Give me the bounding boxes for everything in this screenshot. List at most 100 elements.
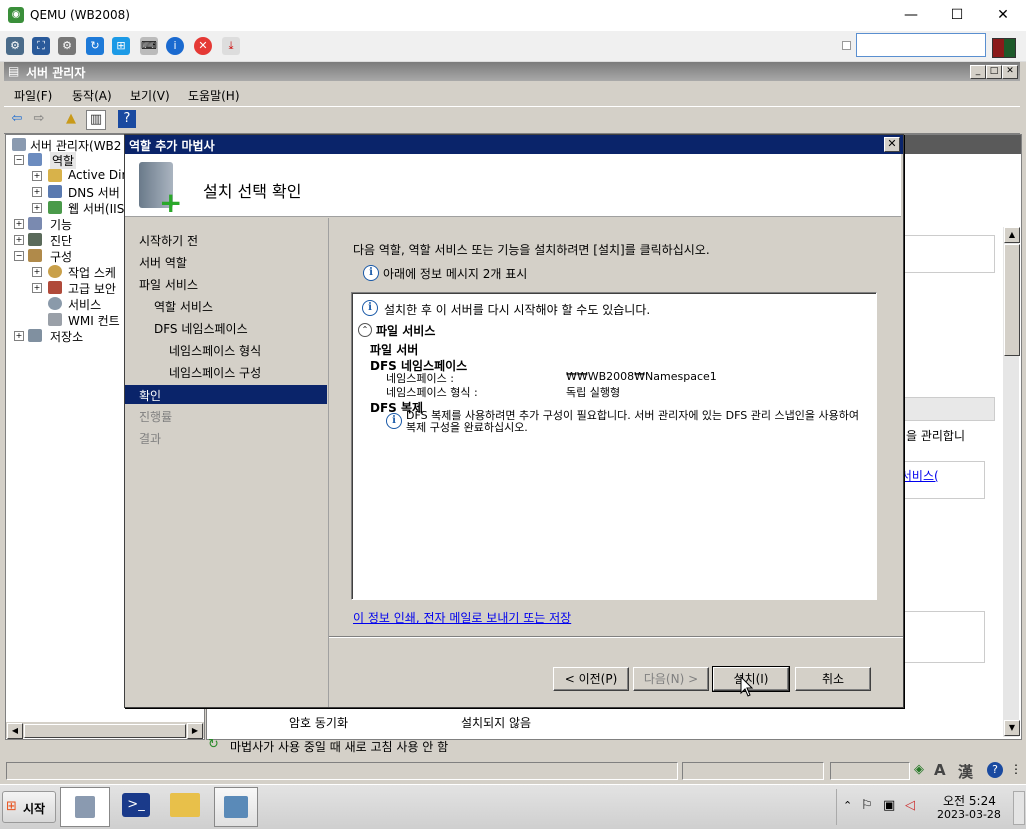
collapse-icon[interactable]: − xyxy=(14,251,24,261)
scroll-down-icon[interactable]: ▼ xyxy=(1004,720,1020,736)
expand-icon[interactable]: + xyxy=(14,235,24,245)
close-button[interactable]: ✕ xyxy=(980,4,1026,26)
info-icon[interactable]: i xyxy=(166,37,184,55)
mdi-minimize-button[interactable]: _ xyxy=(970,65,986,79)
show-desktop-button[interactable] xyxy=(1013,791,1025,825)
scroll-thumb[interactable] xyxy=(24,724,186,738)
print-save-link[interactable]: 이 정보 인쇄, 전자 메일로 보내기 또는 저장 xyxy=(353,609,571,626)
tree-dns[interactable]: DNS 서버 xyxy=(68,184,120,201)
fullscreen-icon[interactable]: ⛶ xyxy=(32,37,50,55)
ime-mode-icon[interactable]: A xyxy=(934,761,946,779)
search-toggle-icon[interactable] xyxy=(842,41,851,50)
configuration-icon xyxy=(28,249,42,262)
clock-time[interactable]: 오전 5:24 xyxy=(943,792,996,809)
mdi-close-button[interactable]: ✕ xyxy=(1002,65,1018,79)
taskbar-wizard[interactable] xyxy=(214,787,258,827)
mdi-restore-button[interactable]: □ xyxy=(986,65,1002,79)
explorer-folder-icon[interactable] xyxy=(170,793,200,817)
cancel-button[interactable]: 취소 xyxy=(795,667,871,691)
server-manager-task-icon xyxy=(75,796,95,818)
collapse-icon[interactable]: − xyxy=(14,155,24,165)
expand-icon[interactable]: + xyxy=(14,219,24,229)
qemu-search-input[interactable] xyxy=(856,33,986,57)
service-status: 설치되지 않음 xyxy=(461,716,532,730)
expand-icon[interactable]: + xyxy=(14,331,24,341)
expand-icon[interactable]: + xyxy=(32,267,42,277)
menu-view[interactable]: 보기(V) xyxy=(130,87,170,104)
tree-task-scheduler[interactable]: 작업 스케 xyxy=(68,264,116,281)
expand-icon[interactable]: + xyxy=(32,171,42,181)
scroll-right-icon[interactable]: ▶ xyxy=(187,723,203,739)
menu-file[interactable]: 파일(F) xyxy=(14,87,52,104)
powershell-icon[interactable]: >_ xyxy=(122,793,150,817)
service-name: 암호 동기화 xyxy=(289,716,349,730)
tree-advanced-security[interactable]: 고급 보안 xyxy=(68,280,116,297)
web-server-icon xyxy=(48,201,62,214)
clock-date[interactable]: 2023-03-28 xyxy=(937,808,1001,821)
up-folder-icon[interactable]: ▲ xyxy=(62,110,80,128)
tree-roles[interactable]: 역할 xyxy=(50,152,77,169)
refresh-icon[interactable]: ↻ xyxy=(86,37,104,55)
network-icon[interactable]: ⚙ xyxy=(6,37,24,55)
tree-services[interactable]: 서비스 xyxy=(68,296,101,313)
stop-icon[interactable]: ✕ xyxy=(194,37,212,55)
ime-options-icon[interactable]: ⋮ xyxy=(1010,762,1022,776)
ime-help-icon[interactable]: ? xyxy=(987,762,1003,778)
scroll-up-icon[interactable]: ▲ xyxy=(1004,227,1020,243)
expand-icon[interactable]: + xyxy=(32,203,42,213)
start-button[interactable]: ⊞ 시작 xyxy=(2,791,56,823)
menu-bar: 파일(F) 동작(A) 보기(V) 도움말(H) xyxy=(4,83,1020,105)
step-file-services[interactable]: 파일 서비스 xyxy=(139,276,198,293)
back-button[interactable]: < 이전(P) xyxy=(553,667,629,691)
tree-features[interactable]: 기능 xyxy=(50,216,72,233)
tree-web-server[interactable]: 웹 서버(IIS xyxy=(68,200,124,217)
tree-wmi-control[interactable]: WMI 컨트 xyxy=(68,312,120,329)
menu-action[interactable]: 동작(A) xyxy=(72,87,112,104)
taskbar-server-manager[interactable] xyxy=(60,787,110,827)
volume-muted-icon[interactable]: ◁ xyxy=(905,798,915,813)
hanja-icon[interactable]: 漢 xyxy=(958,761,973,782)
windows-icon[interactable]: ⊞ xyxy=(112,37,130,55)
disconnect-icon[interactable]: ⤓ xyxy=(222,37,240,55)
settings-gear-icon[interactable]: ⚙ xyxy=(58,37,76,55)
show-hide-tree-icon[interactable]: ▥ xyxy=(86,110,106,130)
tree-storage[interactable]: 저장소 xyxy=(50,328,83,345)
tree-configuration[interactable]: 구성 xyxy=(50,248,72,265)
namespace-value: ₩₩WB2008₩Namespace1 xyxy=(566,370,717,383)
step-namespace-type[interactable]: 네임스페이스 형식 xyxy=(169,342,261,359)
scroll-left-icon[interactable]: ◀ xyxy=(7,723,23,739)
server-manager-icon: ▤ xyxy=(8,64,20,78)
language-bar-icon[interactable]: ◈ xyxy=(914,762,924,777)
diagnostics-icon xyxy=(28,233,42,246)
help-icon[interactable]: ? xyxy=(118,110,136,128)
dns-icon xyxy=(48,185,62,198)
keyboard-icon[interactable]: ⌨ xyxy=(140,37,158,55)
tree-diagnostics[interactable]: 진단 xyxy=(50,232,72,249)
expand-icon[interactable]: + xyxy=(32,187,42,197)
menu-help[interactable]: 도움말(H) xyxy=(188,87,240,104)
section-file-services[interactable]: 파일 서비스 xyxy=(376,322,435,339)
status-panel-2 xyxy=(682,762,824,780)
step-before-you-begin[interactable]: 시작하기 전 xyxy=(139,232,198,249)
minimize-button[interactable]: — xyxy=(888,4,934,26)
qemu-titlebar: ◉ QEMU (WB2008) — ☐ ✕ xyxy=(0,0,1026,31)
step-confirmation[interactable]: 확인 xyxy=(139,387,161,404)
maximize-button[interactable]: ☐ xyxy=(934,4,980,26)
forward-arrow-icon[interactable]: ⇨ xyxy=(30,110,48,128)
wizard-close-button[interactable]: ✕ xyxy=(884,137,900,152)
vertical-scrollbar[interactable]: ▲ ▼ xyxy=(1003,227,1020,737)
step-dfs-namespaces[interactable]: DFS 네임스페이스 xyxy=(154,320,248,337)
tree-active-directory[interactable]: Active Dir xyxy=(68,168,126,182)
step-role-services[interactable]: 역할 서비스 xyxy=(154,298,213,315)
back-arrow-icon[interactable]: ⇦ xyxy=(8,110,26,128)
tree-horizontal-scrollbar[interactable]: ◀ ▶ xyxy=(6,721,204,739)
expand-icon[interactable]: + xyxy=(32,283,42,293)
server-manager-titlebar: ▤ 서버 관리자 _ □ ✕ xyxy=(4,62,1020,81)
step-namespace-config[interactable]: 네임스페이스 구성 xyxy=(169,364,261,381)
action-center-flag-icon[interactable]: ⚐ xyxy=(861,798,873,813)
vertical-scroll-thumb[interactable] xyxy=(1004,244,1020,356)
collapse-section-icon[interactable]: ⌃ xyxy=(358,323,372,337)
network-tray-icon[interactable]: ▣ xyxy=(883,798,895,813)
step-server-roles[interactable]: 서버 역할 xyxy=(139,254,187,271)
tray-expand-icon[interactable]: ⌃ xyxy=(843,799,852,812)
